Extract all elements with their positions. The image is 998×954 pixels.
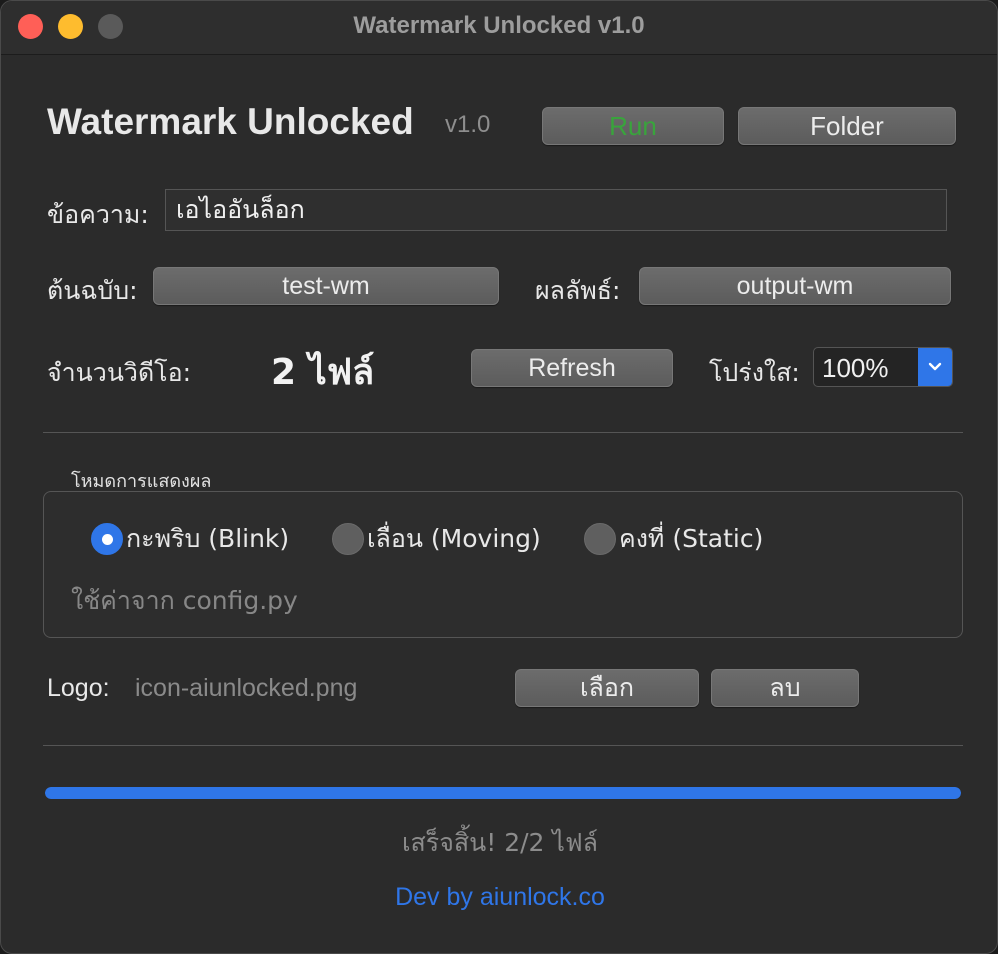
radio-label: กะพริบ (Blink) (126, 524, 290, 553)
delete-logo-button[interactable]: ลบ (711, 669, 859, 707)
divider (43, 432, 963, 433)
message-input[interactable] (165, 189, 947, 231)
progress-fill (45, 787, 961, 799)
source-label: ต้นฉบับ: (47, 276, 138, 305)
radio-label: เลื่อน (Moving) (367, 524, 541, 553)
app-window: Watermark Unlocked v1.0 Watermark Unlock… (0, 0, 998, 954)
dev-link[interactable]: Dev by aiunlock.co (1, 883, 997, 912)
title-bar: Watermark Unlocked v1.0 (1, 1, 997, 55)
window-title: Watermark Unlocked v1.0 (353, 12, 645, 39)
output-folder-button[interactable]: output-wm (639, 267, 951, 305)
message-label: ข้อความ: (47, 200, 149, 229)
opacity-label: โปร่งใส: (709, 358, 800, 387)
opacity-selected-value: 100% (822, 353, 889, 383)
progress-bar (45, 787, 961, 799)
chevron-down-icon[interactable] (918, 348, 952, 386)
source-folder-button[interactable]: test-wm (153, 267, 499, 305)
mode-hint: ใช้ค่าจาก config.py (71, 586, 298, 615)
folder-button[interactable]: Folder (738, 107, 956, 145)
radio-moving[interactable]: เลื่อน (Moving) (332, 519, 541, 559)
radio-button-icon[interactable] (91, 523, 123, 555)
video-count-label: จำนวนวิดีโอ: (47, 358, 192, 387)
opacity-select[interactable]: 100% (813, 347, 953, 387)
run-button[interactable]: Run (542, 107, 724, 145)
logo-label: Logo: (47, 674, 110, 702)
video-count-value: 2 ไฟล์ (271, 352, 375, 393)
output-label: ผลลัพธ์: (535, 276, 621, 305)
radio-button-icon[interactable] (584, 523, 616, 555)
choose-logo-button[interactable]: เลือก (515, 669, 699, 707)
version-label: v1.0 (445, 111, 491, 138)
status-text: เสร็จสิ้น! 2/2 ไฟล์ (402, 828, 598, 857)
divider (43, 745, 963, 746)
app-title: Watermark Unlocked (47, 101, 414, 142)
radio-static[interactable]: คงที่ (Static) (584, 519, 763, 559)
refresh-button[interactable]: Refresh (471, 349, 673, 387)
logo-filename: icon-aiunlocked.png (135, 674, 358, 702)
radio-label: คงที่ (Static) (619, 524, 764, 553)
radio-button-icon[interactable] (332, 523, 364, 555)
radio-blink[interactable]: กะพริบ (Blink) (91, 519, 289, 559)
